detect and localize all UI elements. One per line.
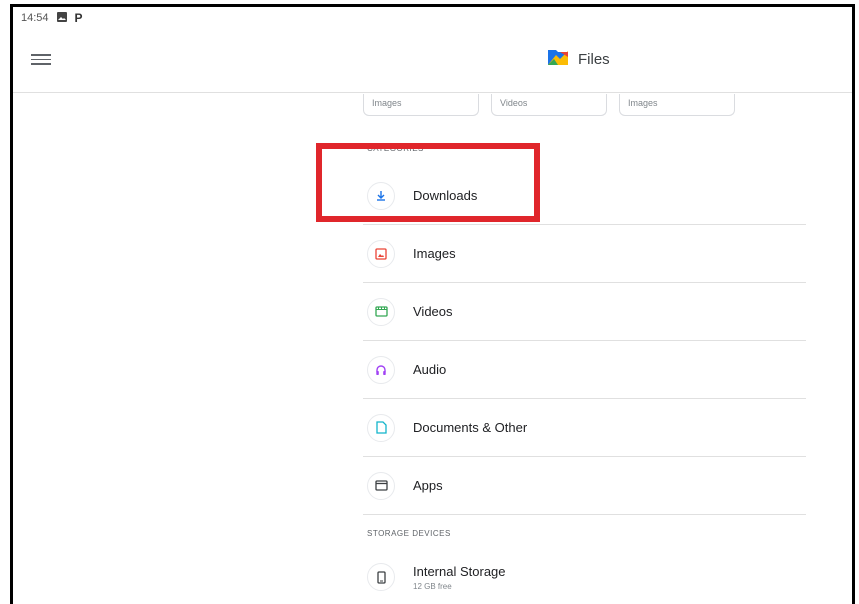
categories-heading: CATEGORIES	[367, 144, 424, 153]
storage-free-space: 12 GB free	[413, 581, 452, 591]
status-bar: 14:54 P	[13, 7, 852, 29]
category-documents[interactable]: Documents & Other	[363, 399, 806, 457]
image-icon	[56, 11, 67, 25]
document-icon	[367, 413, 395, 442]
hamburger-menu-icon[interactable]	[31, 51, 51, 71]
parking-icon: P	[74, 11, 83, 25]
category-images[interactable]: Images	[363, 225, 806, 283]
recent-card-label: Images	[372, 98, 402, 108]
main-content: Images Videos Images CATEGORIES Download…	[13, 94, 852, 604]
category-apps[interactable]: Apps	[363, 457, 806, 515]
category-label: Documents & Other	[413, 420, 528, 435]
recent-card[interactable]: Images	[619, 94, 735, 116]
category-label: Images	[413, 246, 456, 261]
categories-list: Downloads Images Videos Audio Documents …	[363, 167, 806, 515]
apps-icon	[367, 471, 395, 500]
category-label: Videos	[413, 304, 453, 319]
storage-text: Internal Storage 12 GB free	[413, 564, 506, 591]
category-label: Apps	[413, 478, 443, 493]
download-icon	[367, 181, 395, 210]
recent-card-label: Videos	[500, 98, 528, 108]
video-icon	[367, 297, 395, 326]
status-time: 14:54	[21, 12, 49, 24]
app-title: Files	[546, 47, 610, 71]
category-videos[interactable]: Videos	[363, 283, 806, 341]
recent-card-label: Images	[628, 98, 658, 108]
image-icon	[367, 239, 395, 268]
files-logo-icon	[546, 47, 570, 71]
storage-list: Internal Storage 12 GB free	[363, 552, 806, 602]
device-screen: 14:54 P Files Images Videos Images CATEG…	[10, 4, 855, 604]
recent-files-row: Images Videos Images	[363, 94, 735, 116]
category-downloads[interactable]: Downloads	[363, 167, 806, 225]
recent-card[interactable]: Images	[363, 94, 479, 116]
category-audio[interactable]: Audio	[363, 341, 806, 399]
app-title-text: Files	[578, 50, 610, 68]
phone-icon	[367, 563, 395, 591]
storage-internal[interactable]: Internal Storage 12 GB free	[363, 552, 806, 602]
category-label: Audio	[413, 362, 447, 377]
category-label: Downloads	[413, 188, 478, 203]
headphones-icon	[367, 355, 395, 384]
storage-heading: STORAGE DEVICES	[367, 529, 451, 538]
recent-card[interactable]: Videos	[491, 94, 607, 116]
storage-label: Internal Storage	[413, 563, 506, 579]
app-bar: Files	[13, 29, 852, 93]
